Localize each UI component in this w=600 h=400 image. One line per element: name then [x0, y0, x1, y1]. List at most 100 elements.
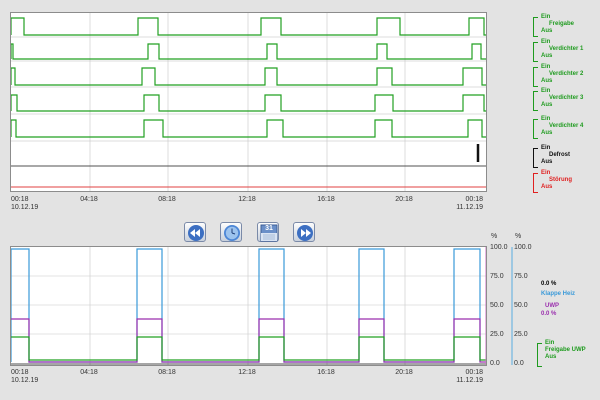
legend-on: Ein — [541, 39, 551, 45]
klappe-heiz-trace — [10, 248, 481, 363]
digital-signals-chart — [10, 12, 487, 192]
freigabe-uwp-off: Aus — [545, 354, 557, 360]
legend-name: Verdichter 3 — [549, 95, 584, 101]
x-tick-label: 12:18 — [238, 369, 256, 377]
legend-on: Ein — [541, 88, 551, 94]
x-tick-label: 00:18 10.12.19 — [11, 369, 38, 385]
x-tick-date: 10.12.19 — [11, 377, 39, 384]
digital-signals-plot — [10, 13, 486, 191]
y-tick-left: 0.0 — [490, 360, 500, 367]
clock-icon — [224, 225, 240, 241]
legend-name: Störung — [549, 177, 572, 183]
x-tick-label: 16:18 — [317, 369, 335, 377]
legend-channel: Ein Verdichter 2 Aus — [533, 64, 584, 87]
legend-name: Defrost — [549, 152, 571, 158]
x-tick-time: 20:18 — [395, 369, 413, 376]
y-tick-left: 75.0 — [490, 273, 504, 280]
digital-trace — [10, 119, 486, 138]
x-tick-date: 10.12.19 — [11, 204, 39, 211]
uwp-trace — [11, 318, 486, 363]
x-tick-label: 12:18 — [238, 196, 256, 204]
analog-signals-chart — [10, 246, 487, 366]
legend-channel: Ein Freigabe Aus — [533, 14, 575, 37]
legend-name: Freigabe — [549, 21, 575, 27]
x-tick-time: 12:18 — [238, 196, 256, 203]
x-tick-time: 00:18 — [11, 369, 29, 376]
calendar-button[interactable]: 31 — [257, 222, 279, 242]
x-tick-time: 16:18 — [317, 369, 335, 376]
legend-on: Ein — [541, 145, 551, 151]
digital-trace — [10, 43, 486, 60]
y-tick-left: 100.0 — [490, 244, 508, 251]
forward-button[interactable] — [293, 222, 315, 242]
klappe-label: Klappe Heiz — [541, 291, 576, 297]
x-tick-time: 00:18 — [11, 196, 29, 203]
klappe-value: 0.0 % — [541, 281, 557, 287]
clock-button[interactable] — [220, 222, 242, 242]
legend-on: Ein — [541, 170, 551, 176]
x-tick-time: 20:18 — [395, 196, 413, 203]
y-tick-left: 50.0 — [490, 302, 504, 309]
legend-channel: Ein Verdichter 4 Aus — [533, 116, 584, 139]
x-tick-date: 11.12.19 — [456, 377, 483, 384]
x-tick-label: 00:18 11.12.19 — [456, 196, 483, 212]
uwp-label: UWP — [545, 303, 559, 309]
legend-channel: Ein Defrost Aus — [533, 145, 571, 168]
y-tick-right: 25.0 — [514, 331, 528, 338]
legend-off: Aus — [541, 53, 553, 59]
legend-off: Aus — [541, 28, 553, 34]
x-tick-label: 20:18 — [395, 369, 413, 377]
x-tick-time: 08:18 — [158, 369, 176, 376]
x-tick-time: 04:18 — [80, 369, 98, 376]
digital-trace — [10, 94, 486, 112]
x-tick-time: 04:18 — [80, 196, 98, 203]
x-tick-label: 08:18 — [158, 369, 176, 377]
right-axis-unit: % — [515, 233, 522, 240]
freigabe-uwp-label: Freigabe UWP — [545, 347, 586, 353]
x-tick-label: 16:18 — [317, 196, 335, 204]
x-tick-time: 00:18 — [465, 369, 483, 376]
y-tick-right: 75.0 — [514, 273, 528, 280]
legend-channel: Ein Störung Aus — [533, 170, 572, 193]
legend-name: Verdichter 4 — [549, 123, 584, 129]
freigabe-uwp-on: Ein — [545, 340, 555, 346]
x-tick-label: 08:18 — [158, 196, 176, 204]
legend-off: Aus — [541, 102, 553, 108]
legend-name: Verdichter 2 — [549, 71, 584, 77]
x-tick-time: 12:18 — [238, 369, 256, 376]
left-axis-unit: % — [491, 233, 498, 240]
freigabe-uwp-trace — [11, 336, 486, 361]
digital-trace — [10, 67, 486, 86]
x-tick-label: 00:18 10.12.19 — [11, 196, 38, 212]
legend-freigabe-uwp: Ein Freigabe UWP Aus — [537, 340, 586, 367]
legend-on: Ein — [541, 14, 551, 20]
calendar-day: 31 — [265, 225, 273, 232]
y-tick-left: 25.0 — [490, 331, 504, 338]
y-tick-right: 100.0 — [514, 244, 532, 251]
legend-channel: Ein Verdichter 1 Aus — [533, 39, 584, 62]
legend-off: Aus — [541, 130, 553, 136]
legend-off: Aus — [541, 78, 553, 84]
legend-channel: Ein Verdichter 3 Aus — [533, 88, 584, 111]
x-tick-label: 04:18 — [80, 196, 98, 204]
legend-on: Ein — [541, 116, 551, 122]
x-tick-time: 00:18 — [465, 196, 483, 203]
x-tick-time: 08:18 — [158, 196, 176, 203]
uwp-value: 0.0 % — [541, 311, 557, 317]
forward-icon — [297, 225, 313, 241]
legend-off: Aus — [541, 184, 553, 190]
x-tick-date: 11.12.19 — [456, 204, 483, 211]
legend-name: Verdichter 1 — [549, 46, 584, 52]
x-tick-label: 00:18 11.12.19 — [456, 369, 483, 385]
y-tick-right: 0.0 — [514, 360, 524, 367]
x-tick-time: 16:18 — [317, 196, 335, 203]
rewind-icon — [188, 225, 204, 241]
x-tick-label: 20:18 — [395, 196, 413, 204]
digital-trace — [10, 17, 486, 36]
legend-on: Ein — [541, 64, 551, 70]
y-tick-right: 50.0 — [514, 302, 528, 309]
rewind-button[interactable] — [184, 222, 206, 242]
x-tick-label: 04:18 — [80, 369, 98, 377]
legend-off: Aus — [541, 159, 553, 165]
analog-signals-plot — [10, 247, 486, 365]
